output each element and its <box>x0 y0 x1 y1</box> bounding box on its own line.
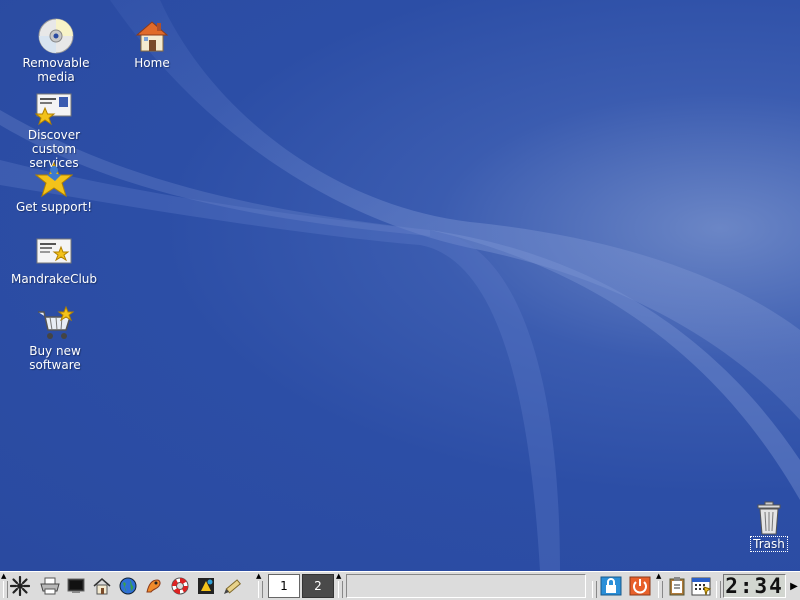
mail-icon[interactable] <box>142 575 166 597</box>
desktop-switch-1[interactable]: 1 <box>268 574 300 598</box>
desktop-icon-discover-services[interactable]: Discover custom services <box>4 88 104 170</box>
help-lifebuoy-icon[interactable] <box>168 575 192 597</box>
desktop-icon-label: MandrakeClub <box>10 272 98 286</box>
desktop-icon-home[interactable]: Home <box>122 16 182 70</box>
desktop[interactable]: Removable media Home Discover custom Get… <box>0 0 800 571</box>
clock-display[interactable]: 2:34 <box>723 574 786 598</box>
taskbar-handle[interactable]: ▲ <box>336 573 343 600</box>
desktop-switch-2[interactable]: 2 <box>302 574 334 598</box>
support-star-icon <box>34 160 74 200</box>
panel-hide-right-button[interactable]: ▶ <box>789 578 799 594</box>
logout-icon[interactable] <box>627 574 653 598</box>
tray-handle[interactable] <box>590 573 597 600</box>
desktop-icon-get-support[interactable]: Get support! <box>4 160 104 214</box>
mandrakeclub-card-icon <box>34 232 74 272</box>
office-icon[interactable] <box>194 575 218 597</box>
desktop-icon-removable-media[interactable]: Removable media <box>4 16 108 84</box>
desktop-icon-buy-software[interactable]: Buy new software <box>2 304 108 372</box>
cdrom-icon <box>36 16 76 56</box>
wallpaper-swooshes <box>0 0 800 571</box>
desktop-icon-trash[interactable]: Trash <box>748 500 790 552</box>
pager-handle[interactable]: ▲ <box>256 573 263 600</box>
taskbar-handle-arrow: ▲ <box>336 572 342 580</box>
desktop-icon-mandrakeclub[interactable]: MandrakeClub <box>4 232 104 286</box>
panel-hide-arrow: ▲ <box>1 572 7 580</box>
browser-globe-icon[interactable] <box>116 575 140 597</box>
lock-screen-icon[interactable] <box>598 574 624 598</box>
desktop-icon-label: Trash <box>750 536 788 552</box>
taskbar: ▲ ▲ 1 2 ▲ ▲ 2:34 ▶ <box>0 571 800 600</box>
applet-handle[interactable]: ▲ <box>656 573 663 600</box>
desktop-icon-label: Home <box>134 56 170 70</box>
terminal-icon[interactable] <box>64 575 88 597</box>
pager-handle-arrow: ▲ <box>256 572 262 580</box>
services-card-icon <box>34 88 74 128</box>
desktop-icon-label: Get support! <box>15 200 93 214</box>
window-list[interactable] <box>346 574 586 598</box>
panel-handle[interactable]: ▲ <box>1 573 8 600</box>
trash-icon <box>749 500 789 536</box>
home-icon[interactable] <box>90 575 114 597</box>
printer-icon[interactable] <box>38 575 62 597</box>
applet-handle-arrow: ▲ <box>656 572 662 580</box>
home-folder-icon <box>132 16 172 56</box>
desktop-icon-label: Removable media <box>22 56 90 84</box>
desktop-icon-label: Buy new software <box>29 344 81 372</box>
editor-icon[interactable] <box>220 575 244 597</box>
clock-handle[interactable] <box>714 573 721 600</box>
calendar-icon[interactable] <box>688 574 714 598</box>
kde-menu-icon[interactable] <box>8 575 32 597</box>
clipboard-icon[interactable] <box>664 574 690 598</box>
shopping-cart-icon <box>35 304 75 344</box>
